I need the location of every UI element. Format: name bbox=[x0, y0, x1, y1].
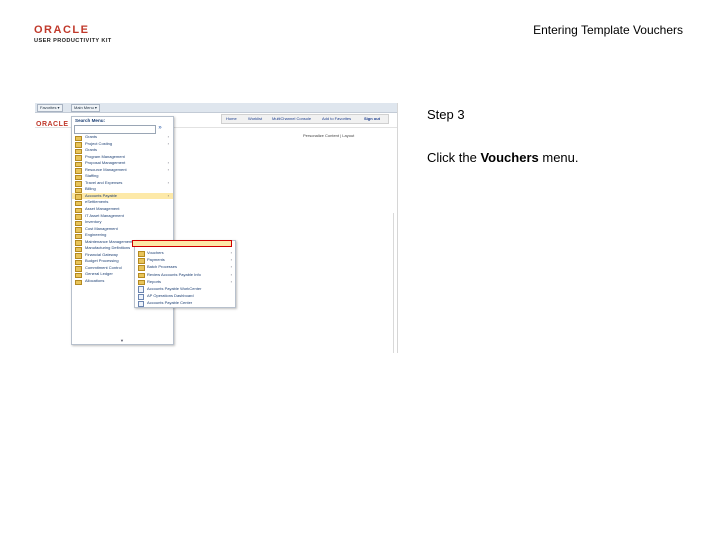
instruction-target: Vouchers bbox=[480, 150, 539, 165]
link-worklist[interactable]: Worklist bbox=[248, 116, 262, 121]
search-menu-input[interactable] bbox=[74, 125, 156, 134]
menu-item-label: Accounts Payable bbox=[85, 192, 118, 198]
instruction-suffix: menu. bbox=[538, 150, 579, 165]
logo-product: USER PRODUCTIVITY KIT bbox=[34, 38, 112, 44]
menu-item-label: Grants bbox=[85, 134, 98, 139]
submenu-item-ap-operations-dashboard[interactable]: AP Operations Dashboard bbox=[135, 292, 235, 301]
chevron-right-icon: › bbox=[230, 271, 232, 277]
menu-item-label: Commitment Control bbox=[85, 264, 122, 270]
menu-item-label: General Ledger bbox=[85, 271, 113, 277]
personalize-links[interactable]: Personalize Content | Layout bbox=[303, 133, 354, 138]
header-links: Home Worklist MultiChannel Console Add t… bbox=[221, 114, 389, 124]
submenu-item-label: Vouchers bbox=[147, 250, 164, 255]
logo-brand: ORACLE bbox=[34, 24, 90, 36]
document-title: Entering Template Vouchers bbox=[533, 23, 683, 37]
menu-item-label: Allocations bbox=[85, 278, 105, 284]
menu-item-label: Cost Management bbox=[85, 225, 118, 231]
divider bbox=[393, 213, 394, 353]
tab-main-menu[interactable]: Main Menu ▾ bbox=[71, 104, 100, 112]
menu-item-label: Travel and Expenses bbox=[85, 179, 123, 185]
menu-item-label: Budget Processing bbox=[85, 258, 119, 264]
submenu-item-accounts-payable-center[interactable]: Accounts Payable Center bbox=[135, 299, 235, 308]
submenu-item-reports[interactable]: Reports › bbox=[135, 278, 235, 286]
menu-item-label: Project Costing bbox=[85, 140, 113, 146]
link-add-to-favorites[interactable]: Add to Favorites bbox=[322, 116, 351, 121]
submenu-item-label: Reports bbox=[147, 278, 162, 284]
menu-item-label: Proposal Management bbox=[85, 160, 126, 166]
main-menu-dropdown: Search Menu: » Grants › Project Costing › Gr… bbox=[71, 116, 174, 345]
tab-favorites[interactable]: Favorites ▾ bbox=[37, 104, 63, 112]
oracle-upk-logo: ORACLE USER PRODUCTIVITY KIT bbox=[34, 24, 126, 44]
submenu-item-payments[interactable]: Payments › bbox=[135, 256, 235, 264]
link-multichannel-console[interactable]: MultiChannel Console bbox=[272, 116, 311, 121]
submenu-item-vouchers[interactable]: Vouchers › bbox=[135, 249, 235, 257]
chevron-right-icon: › bbox=[230, 278, 232, 284]
submenu-item-accounts-payable-workcenter[interactable]: Accounts Payable WorkCenter bbox=[135, 285, 235, 293]
instruction-prefix: Click the bbox=[427, 150, 481, 165]
submenu-list: Vouchers › Payments › Batch Processes › Review… bbox=[135, 249, 235, 308]
vouchers-highlight bbox=[132, 240, 232, 247]
chevron-right-icon: › bbox=[230, 250, 232, 255]
menu-item-label: Maintenance Management bbox=[85, 238, 133, 244]
chevron-right-icon: › bbox=[230, 264, 232, 270]
menu-item-label: Engineering bbox=[85, 232, 107, 238]
portal-nav-bar: Favorites ▾ Main Menu ▾ bbox=[35, 103, 397, 113]
menu-item-label: IT Asset Management bbox=[85, 212, 124, 218]
menu-item-label: Manufacturing Definitions bbox=[85, 245, 131, 251]
menu-item-label: eSettlements bbox=[85, 199, 109, 205]
step-instruction: Click the Vouchers menu. bbox=[427, 150, 579, 165]
chevron-right-icon: › bbox=[230, 257, 232, 263]
menu-item-label: Resource Management bbox=[85, 166, 127, 172]
submenu-item-label: Payments bbox=[147, 257, 165, 263]
portal-logo: ORACLE bbox=[36, 121, 69, 128]
folder-icon bbox=[75, 279, 82, 286]
menu-item-label: Billing bbox=[85, 186, 96, 192]
menu-item-label: Inventory bbox=[85, 219, 102, 225]
scroll-down-icon[interactable]: ▼ bbox=[120, 338, 124, 343]
search-go-icon[interactable]: » bbox=[156, 124, 164, 132]
submenu-item-review-accounts-payable-info[interactable]: Review Accounts Payable Info › bbox=[135, 271, 235, 279]
step-title: Step 3 bbox=[427, 107, 465, 122]
menu-item-label: Program Management bbox=[85, 153, 125, 159]
submenu-item-label: Accounts Payable WorkCenter bbox=[147, 285, 202, 291]
menu-item-label: Financial Gateway bbox=[85, 251, 118, 257]
submenu-item-label: Accounts Payable Center bbox=[147, 300, 193, 306]
page-icon bbox=[138, 300, 144, 308]
menu-item-label: Staffing bbox=[85, 173, 99, 179]
application-screenshot: Favorites ▾ Main Menu ▾ ORACLE Home Work… bbox=[35, 103, 398, 353]
menu-item-label: Grants bbox=[85, 147, 98, 153]
menu-item-label: Asset Management bbox=[85, 206, 120, 212]
link-sign-out[interactable]: Sign out bbox=[364, 116, 380, 121]
submenu-item-batch-processes[interactable]: Batch Processes › bbox=[135, 263, 235, 271]
submenu-item-label: AP Operations Dashboard bbox=[147, 293, 194, 299]
submenu-item-label: Batch Processes bbox=[147, 264, 178, 270]
accounts-payable-submenu: Vouchers › Payments › Batch Processes › Review… bbox=[132, 240, 236, 308]
link-home[interactable]: Home bbox=[226, 116, 237, 121]
submenu-item-label: Review Accounts Payable Info bbox=[147, 271, 201, 277]
